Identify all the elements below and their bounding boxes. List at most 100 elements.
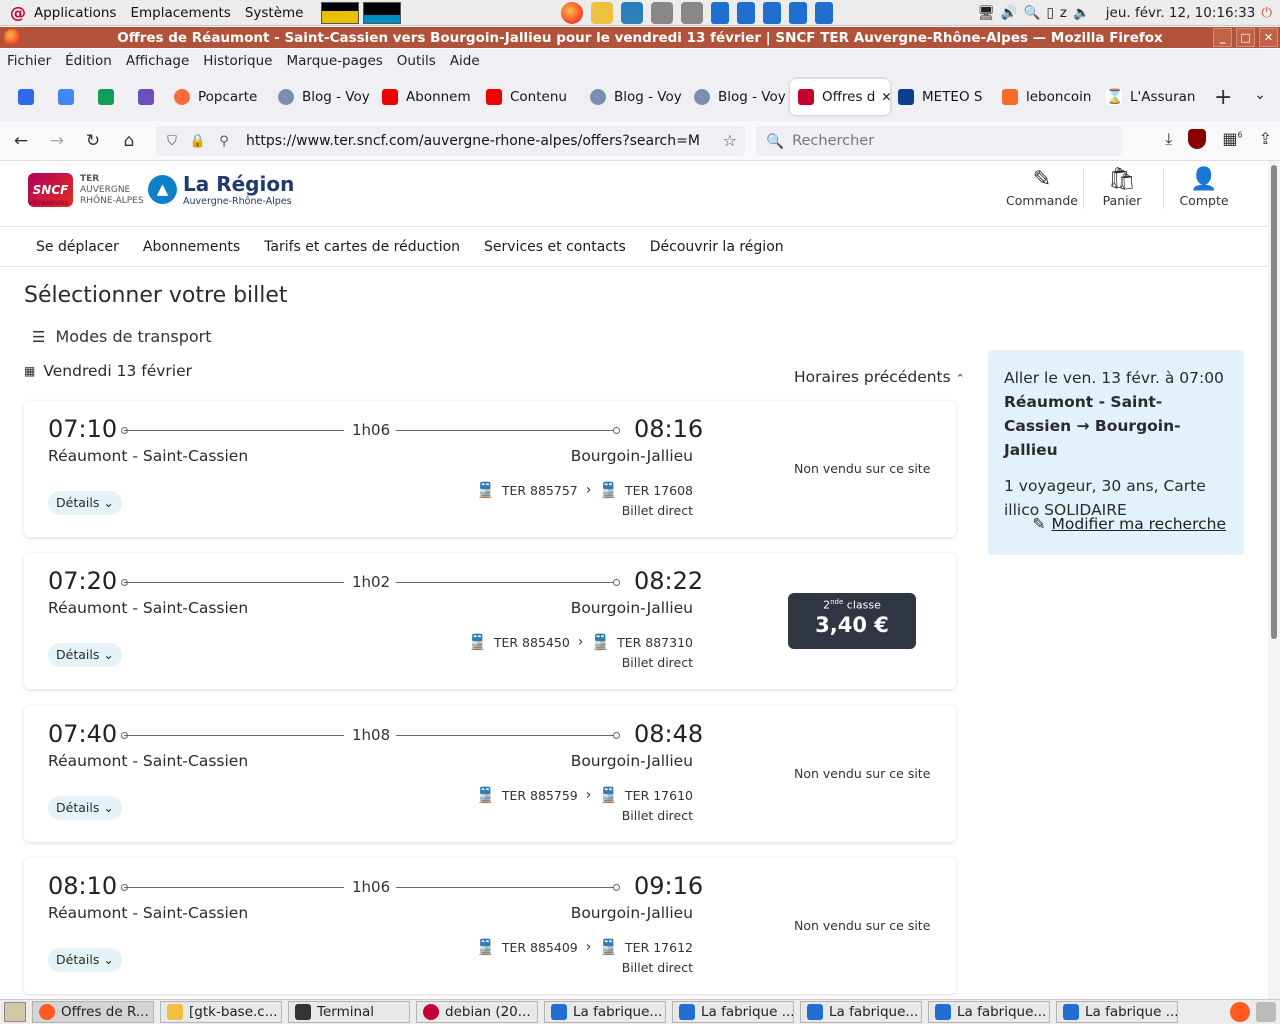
taskbar-item[interactable]: La fabrique... <box>800 1001 922 1023</box>
taskbar-item[interactable]: Terminal <box>288 1001 410 1023</box>
show-desktop-button[interactable] <box>4 1002 26 1022</box>
downloads-icon[interactable]: ⤓ <box>1165 129 1172 149</box>
url-text[interactable]: https://www.ter.sncf.com/auvergne-rhone-… <box>246 133 700 149</box>
app-launcher-icon[interactable] <box>681 1 704 24</box>
ublock-icon[interactable] <box>1188 129 1207 149</box>
list-tabs-icon[interactable]: ⌄ <box>1254 87 1266 103</box>
nav-services[interactable]: Services et contacts <box>484 239 626 255</box>
menu-file[interactable]: Fichier <box>7 53 51 69</box>
menu-tools[interactable]: Outils <box>397 53 436 69</box>
journey-card[interactable]: 07:20 1h02 08:22 Réaumont - Saint-Cassie… <box>24 553 956 689</box>
tab[interactable]: Blog - Voy <box>270 79 374 115</box>
details-button[interactable]: Détails ⌄ <box>48 948 122 972</box>
search-tray-icon[interactable]: 🔍 <box>1024 5 1041 21</box>
battery-icon[interactable]: ▯ <box>1046 5 1053 21</box>
journey-card[interactable]: 07:40 1h08 08:48 Réaumont - Saint-Cassie… <box>24 706 956 842</box>
workspace-icon[interactable] <box>711 1 730 24</box>
tab[interactable]: Blog - Voy <box>582 79 686 115</box>
transport-modes-button[interactable]: ☰ Modes de transport <box>32 327 211 346</box>
tab[interactable]: Blog - Voy <box>686 79 790 115</box>
nav-discover[interactable]: Découvrir la région <box>650 239 784 255</box>
forward-button[interactable]: → <box>42 126 72 156</box>
menu-view[interactable]: Affichage <box>126 53 189 69</box>
details-button[interactable]: Détails ⌄ <box>48 491 122 515</box>
firefox-launcher-icon[interactable] <box>561 1 584 24</box>
monitor-icon[interactable]: 🖥 <box>978 5 995 21</box>
gnu-launcher-icon[interactable] <box>591 1 614 24</box>
order-button[interactable]: ✎ Commande <box>1002 167 1082 208</box>
pinned-tab[interactable] <box>46 79 86 115</box>
search-input[interactable]: 🔍 Rechercher <box>756 126 1122 156</box>
scrollbar-thumb[interactable] <box>1271 165 1277 639</box>
tab[interactable]: Contenu <box>478 79 582 115</box>
new-tab-button[interactable]: + <box>1214 85 1232 110</box>
trash-icon[interactable] <box>1256 1002 1276 1022</box>
sleep-icon[interactable]: z <box>1060 5 1067 21</box>
taskbar-item[interactable]: [gtk-base.c... <box>160 1001 282 1023</box>
tab[interactable]: Abonnem <box>374 79 478 115</box>
permissions-icon[interactable]: ⚲ <box>214 134 234 149</box>
bookmark-star-icon[interactable]: ☆ <box>723 131 737 150</box>
debian-logo-icon[interactable]: @ <box>8 3 28 23</box>
close-window-button[interactable]: ✕ <box>1259 28 1278 47</box>
share-icon[interactable]: ⇪ <box>1259 129 1272 149</box>
journey-card[interactable]: 08:10 1h06 09:16 Réaumont - Saint-Cassie… <box>24 858 956 994</box>
menu-edit[interactable]: Édition <box>65 53 112 69</box>
taskbar-item[interactable]: La fabrique... <box>544 1001 666 1023</box>
page-scrollbar[interactable] <box>1268 161 1280 999</box>
lock-icon[interactable]: 🔒 <box>188 134 208 149</box>
pinned-tab[interactable] <box>86 79 126 115</box>
taskbar-item[interactable]: debian (20... <box>416 1001 538 1023</box>
previous-hours-button[interactable]: Horaires précédents ⌃ <box>794 368 965 386</box>
taskbar-item[interactable]: Offres de R... <box>32 1001 154 1023</box>
nav-fares[interactable]: Tarifs et cartes de réduction <box>264 239 460 255</box>
price-button[interactable]: 2nde classe 3,40 € <box>788 593 916 649</box>
region-title[interactable]: La Région <box>183 172 294 196</box>
vscode-launcher-icon[interactable] <box>621 1 644 24</box>
details-button[interactable]: Détails ⌄ <box>48 643 122 667</box>
account-button[interactable]: 👤 Compte <box>1164 167 1244 208</box>
minimize-button[interactable]: _ <box>1213 28 1232 47</box>
nav-subscriptions[interactable]: Abonnements <box>143 239 240 255</box>
back-button[interactable]: ← <box>6 126 36 156</box>
menu-places[interactable]: Emplacements <box>130 5 230 21</box>
workspace-icon[interactable] <box>763 1 782 24</box>
menu-history[interactable]: Historique <box>203 53 272 69</box>
home-button[interactable]: ⌂ <box>114 126 144 156</box>
volume-icon[interactable]: 🔊 <box>1001 5 1018 21</box>
tab-active[interactable]: Offres d ✕ <box>790 79 890 115</box>
app-launcher-icon[interactable] <box>651 1 674 24</box>
speaker-icon[interactable]: 🔈 <box>1073 5 1090 21</box>
journey-card[interactable]: 07:10 1h06 08:16 Réaumont - Saint-Cassie… <box>24 401 956 537</box>
url-bar[interactable]: ⛉ 🔒 ⚲ https://www.ter.sncf.com/auvergne-… <box>156 126 745 156</box>
maximize-button[interactable]: □ <box>1236 28 1255 47</box>
taskbar-item[interactable]: La fabrique ... <box>1056 1001 1178 1023</box>
firefox-tray-icon[interactable] <box>1230 1002 1250 1022</box>
pinned-tab[interactable] <box>126 79 166 115</box>
tab[interactable]: METEO S <box>890 79 994 115</box>
menu-applications[interactable]: Applications <box>34 5 116 21</box>
menu-help[interactable]: Aide <box>450 53 480 69</box>
extensions-icon[interactable]: ▦6 <box>1222 129 1242 149</box>
tab[interactable]: leboncoin <box>994 79 1098 115</box>
taskbar-item[interactable]: La fabrique... <box>928 1001 1050 1023</box>
details-button[interactable]: Détails ⌄ <box>48 796 122 820</box>
tab[interactable]: Popcarte <box>166 79 270 115</box>
region-logo-icon[interactable]: ▲ <box>148 175 177 204</box>
power-icon[interactable]: ⏻ <box>1261 5 1272 21</box>
menu-system[interactable]: Système <box>245 5 304 21</box>
pinned-tab[interactable] <box>6 79 46 115</box>
clock[interactable]: jeu. févr. 12, 10:16:33 <box>1106 5 1256 21</box>
nav-travel[interactable]: Se déplacer <box>36 239 119 255</box>
workspace-icon[interactable] <box>815 1 834 24</box>
menu-bookmarks[interactable]: Marque-pages <box>287 53 383 69</box>
tab[interactable]: ⌛ L'Assuran <box>1098 79 1202 115</box>
workspace-icon[interactable] <box>789 1 808 24</box>
shield-icon[interactable]: ⛉ <box>162 134 182 149</box>
taskbar-item[interactable]: La fabrique ... <box>672 1001 794 1023</box>
close-tab-icon[interactable]: ✕ <box>881 90 890 104</box>
modify-search-link[interactable]: ✎ Modifier ma recherche <box>1033 512 1227 536</box>
workspace-icon[interactable] <box>737 1 756 24</box>
reload-button[interactable]: ↻ <box>78 126 108 156</box>
cart-button[interactable]: 🛍 Panier <box>1082 167 1162 208</box>
